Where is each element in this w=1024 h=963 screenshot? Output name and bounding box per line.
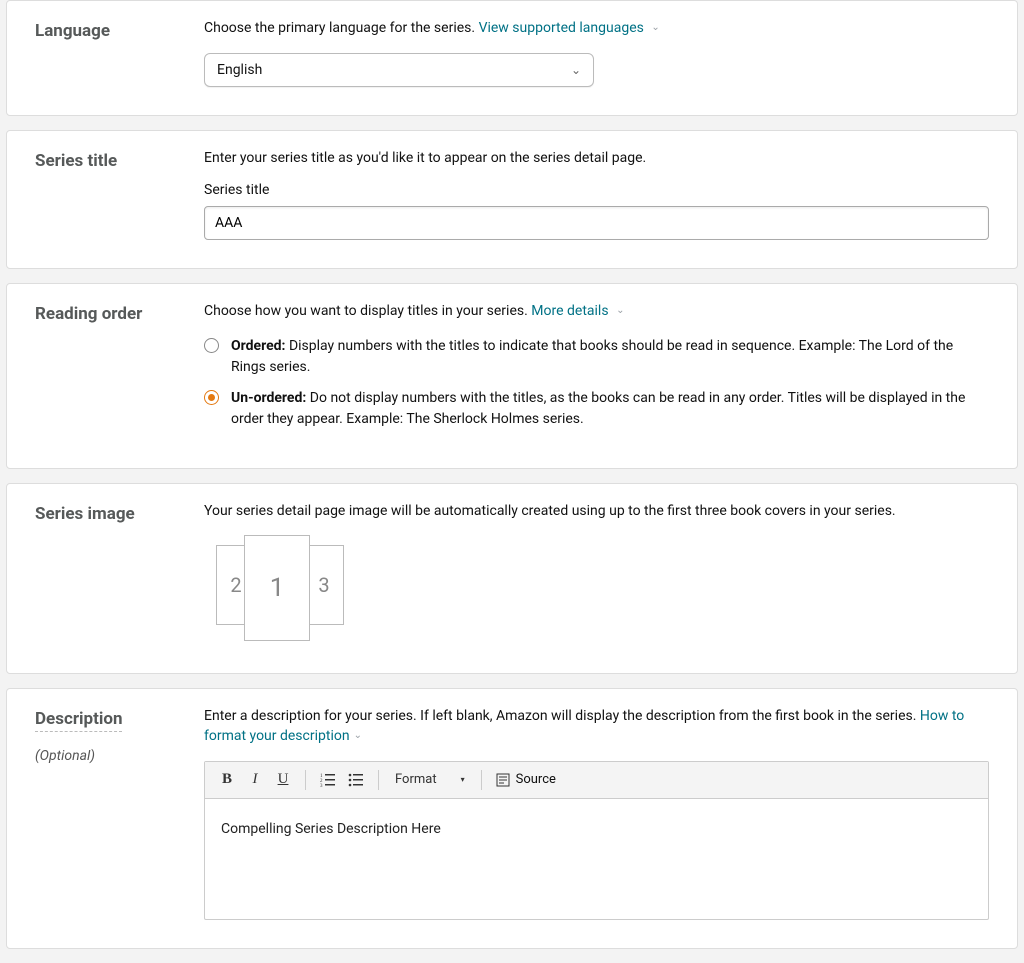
radio-unordered-bold: Un-ordered:	[231, 390, 306, 406]
caret-down-icon: ▾	[461, 775, 465, 784]
cover-back-right: 3	[304, 545, 344, 625]
content-col: Choose how you want to display titles in…	[204, 302, 989, 440]
language-select[interactable]: English ⌄	[204, 53, 594, 87]
section-reading-order: Reading order Choose how you want to dis…	[6, 283, 1018, 469]
radio-ordered-label: Ordered: Display numbers with the titles…	[231, 336, 989, 378]
cover-stack-preview: 2 3 1	[204, 535, 344, 645]
format-dropdown[interactable]: Format ▾	[389, 768, 471, 792]
heading-description: Description	[35, 709, 180, 732]
optional-label: (Optional)	[35, 748, 180, 764]
radio-ordered[interactable]	[204, 338, 219, 353]
ordered-list-icon: 1 2 3	[320, 772, 336, 788]
description-helper-text: Enter a description for your series. If …	[204, 708, 920, 724]
series-image-helper: Your series detail page image will be au…	[204, 502, 989, 522]
radio-ordered-rest: Display numbers with the titles to indic…	[231, 338, 953, 375]
heading-series-image: Series image	[35, 504, 180, 524]
view-supported-languages-text: View supported languages	[479, 20, 644, 36]
content-col: Your series detail page image will be au…	[204, 502, 989, 646]
editor-toolbar: B I U 1 2 3	[205, 762, 988, 799]
unordered-list-button[interactable]	[344, 768, 368, 792]
radio-unordered[interactable]	[204, 390, 219, 405]
radio-unordered-rest: Do not display numbers with the titles, …	[231, 390, 965, 427]
more-details-text: More details	[531, 303, 608, 319]
toolbar-separator	[305, 770, 306, 790]
source-button[interactable]: Source	[492, 768, 560, 792]
heading-description-text: Description	[35, 709, 122, 732]
heading-series-title: Series title	[35, 151, 180, 171]
radio-unordered-label: Un-ordered: Do not display numbers with …	[231, 388, 989, 430]
reading-order-helper-row: Choose how you want to display titles in…	[204, 302, 989, 322]
label-col: Series image	[35, 502, 180, 646]
radio-row-ordered[interactable]: Ordered: Display numbers with the titles…	[204, 336, 989, 378]
heading-language: Language	[35, 21, 180, 41]
description-textarea[interactable]: Compelling Series Description Here	[205, 799, 988, 919]
label-col: Language	[35, 19, 180, 87]
chevron-down-icon: ⌄	[651, 21, 659, 35]
reading-order-helper-text: Choose how you want to display titles in…	[204, 303, 528, 319]
language-select-box[interactable]: English ⌄	[204, 53, 594, 87]
more-details-link[interactable]: More details ⌄	[531, 303, 624, 319]
cover-front: 1	[244, 535, 310, 641]
svg-text:3: 3	[320, 784, 323, 788]
section-language: Language Choose the primary language for…	[6, 0, 1018, 116]
language-helper-row: Choose the primary language for the seri…	[204, 19, 989, 39]
view-supported-languages-link[interactable]: View supported languages ⌄	[479, 20, 660, 36]
unordered-list-icon	[348, 772, 364, 788]
ordered-list-button[interactable]: 1 2 3	[316, 768, 340, 792]
section-series-image: Series image Your series detail page ima…	[6, 483, 1018, 675]
description-helper-row: Enter a description for your series. If …	[204, 707, 989, 746]
section-series-title: Series title Enter your series title as …	[6, 130, 1018, 270]
section-description: Description (Optional) Enter a descripti…	[6, 688, 1018, 948]
bold-button[interactable]: B	[215, 768, 239, 792]
chevron-down-icon: ⌄	[616, 304, 624, 318]
chevron-down-icon: ⌄	[354, 729, 362, 743]
chevron-down-icon: ⌄	[571, 54, 581, 86]
content-col: Enter your series title as you'd like it…	[204, 149, 989, 241]
series-title-helper: Enter your series title as you'd like it…	[204, 149, 989, 169]
radio-row-unordered[interactable]: Un-ordered: Do not display numbers with …	[204, 388, 989, 430]
underline-button[interactable]: U	[271, 768, 295, 792]
language-helper-text: Choose the primary language for the seri…	[204, 20, 475, 36]
content-col: Enter a description for your series. If …	[204, 707, 989, 919]
italic-button[interactable]: I	[243, 768, 267, 792]
heading-reading-order: Reading order	[35, 304, 180, 324]
radio-ordered-bold: Ordered:	[231, 338, 285, 354]
label-col: Description (Optional)	[35, 707, 180, 919]
source-label: Source	[516, 772, 556, 787]
toolbar-separator	[481, 770, 482, 790]
label-col: Reading order	[35, 302, 180, 440]
rich-text-editor: B I U 1 2 3	[204, 761, 989, 920]
source-icon	[496, 773, 510, 787]
toolbar-separator	[378, 770, 379, 790]
format-label: Format	[395, 772, 437, 787]
label-col: Series title	[35, 149, 180, 241]
language-selected-value: English	[217, 54, 262, 86]
series-title-field-label: Series title	[204, 182, 989, 198]
series-title-input[interactable]	[204, 206, 989, 240]
content-col: Choose the primary language for the seri…	[204, 19, 989, 87]
